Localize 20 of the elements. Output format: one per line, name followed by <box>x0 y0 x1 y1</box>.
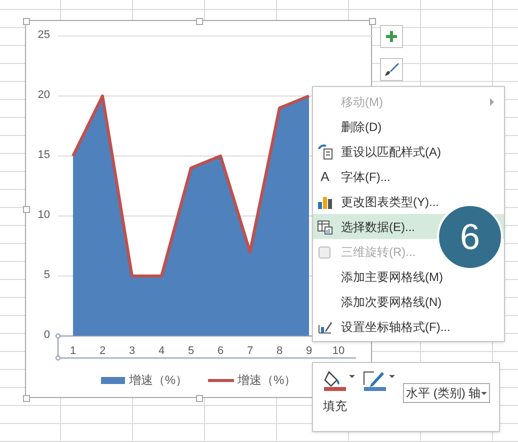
x-axis-label: 2 <box>98 346 107 357</box>
y-axis-label: 5 <box>42 270 50 281</box>
x-axis-label: 8 <box>275 346 284 357</box>
legend-label: 增速（%） <box>238 372 296 389</box>
y-axis-label: 20 <box>36 90 50 101</box>
legend-label: 增速（%） <box>128 372 188 389</box>
x-axis-label: 3 <box>128 346 136 357</box>
x-axis-label: 4 <box>157 346 166 357</box>
font-icon: A <box>320 170 330 183</box>
x-axis-label: 5 <box>186 346 196 357</box>
y-axis-label: 25 <box>36 30 50 41</box>
x-axis-label: 7 <box>246 346 254 357</box>
x-axis-label: 1 <box>68 346 78 357</box>
x-axis-label: 10 <box>331 346 346 357</box>
x-axis-label: 9 <box>304 346 314 357</box>
x-axis-label: 6 <box>216 346 225 357</box>
y-axis-label: 10 <box>36 210 50 221</box>
y-axis-label: 0 <box>42 330 50 341</box>
y-axis-label: 15 <box>36 150 50 161</box>
fill-label: 填充 <box>323 398 347 415</box>
